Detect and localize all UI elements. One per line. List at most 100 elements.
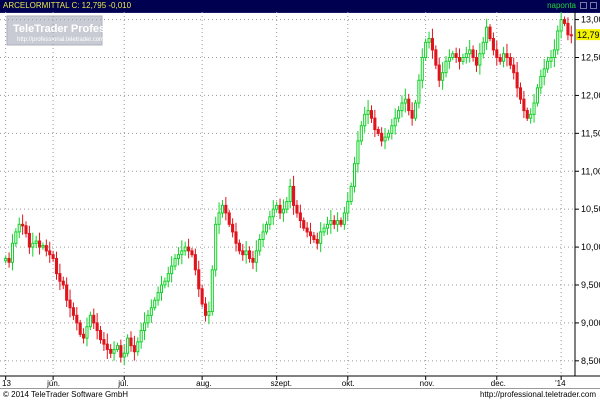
candle-body-up: [261, 231, 265, 241]
candle-body-up: [352, 163, 357, 187]
candle-body-down: [109, 348, 113, 354]
candle-body-down: [407, 98, 411, 112]
candle: [54, 251, 59, 280]
candle: [295, 200, 299, 218]
candle-body-up: [4, 257, 8, 262]
watermark-url: http://professional.teletrader.com: [17, 37, 104, 43]
candle-body-up: [34, 240, 38, 244]
candle: [153, 297, 157, 311]
candle-body-up: [447, 57, 451, 62]
candle: [356, 131, 360, 173]
candle: [159, 275, 164, 301]
candle-body-up: [244, 250, 248, 256]
candle-body-up: [393, 117, 397, 127]
copyright-text: © 2014 TeleTrader Software GmbH: [3, 390, 129, 399]
candle: [420, 48, 424, 89]
candle: [485, 18, 489, 50]
candle: [156, 286, 160, 306]
candle: [281, 199, 285, 222]
candle: [217, 202, 221, 234]
candle-body-up: [359, 125, 363, 142]
close-box-icon[interactable]: [590, 2, 597, 9]
candle-body-up: [346, 201, 350, 214]
candle: [390, 118, 394, 140]
candle: [193, 248, 197, 276]
candle: [549, 49, 553, 69]
minimize-box-icon[interactable]: [580, 2, 587, 9]
candle-body-down: [562, 19, 567, 24]
candle: [437, 57, 441, 88]
candle: [220, 200, 225, 218]
candle: [237, 239, 241, 255]
candle-body-up: [400, 102, 404, 112]
candle-body-up: [417, 79, 421, 104]
candle: [454, 47, 458, 63]
candle: [115, 342, 120, 353]
candle-body-up: [10, 242, 15, 263]
candle: [434, 45, 438, 70]
candle-body-up: [366, 110, 370, 115]
candle-body-up: [383, 136, 387, 142]
candle: [112, 341, 116, 361]
candle: [176, 247, 180, 266]
x-tick-label: szept.: [271, 379, 292, 388]
candle-body-up: [424, 41, 428, 59]
candle-body-down: [305, 227, 309, 233]
candle: [224, 197, 228, 221]
candle-body-down: [457, 57, 462, 62]
candle: [231, 218, 235, 238]
candle: [10, 234, 15, 271]
candle: [51, 250, 55, 262]
candle-body-down: [65, 284, 69, 301]
candle-body-down: [231, 223, 235, 233]
candle: [248, 246, 252, 263]
candle-body-up: [363, 113, 367, 127]
y-tick-label: 10,000: [581, 242, 600, 252]
y-tick-label: 8,500: [581, 356, 600, 366]
candle: [105, 333, 109, 360]
footer-url[interactable]: http://professional.teletrader.com: [480, 390, 596, 399]
candle: [21, 214, 25, 235]
candle-body-up: [85, 326, 89, 339]
candle-body-down: [522, 98, 526, 112]
candle-body-up: [532, 102, 536, 115]
candle-body-down: [187, 246, 191, 252]
candle: [92, 308, 96, 330]
candle: [447, 49, 451, 69]
candle-body-down: [369, 110, 374, 119]
candle: [75, 306, 79, 331]
candle: [488, 24, 492, 42]
y-tick-label: 9,000: [581, 318, 600, 328]
candle: [430, 28, 434, 59]
candle-body-down: [78, 322, 82, 335]
candle: [325, 216, 329, 235]
candle: [48, 241, 52, 263]
candle: [200, 285, 204, 308]
x-axis-ticks: 13 jún. júl. aug. szept. okt. nov. dec. '14: [2, 376, 566, 388]
candle: [241, 244, 245, 261]
candle-body-up: [115, 345, 120, 350]
footer: © 2014 TeleTrader Software GmbH http://p…: [0, 388, 600, 401]
candle: [285, 197, 289, 214]
candle: [34, 235, 38, 249]
candle: [569, 25, 573, 44]
candle-body-down: [498, 57, 502, 62]
candle-body-up: [136, 341, 140, 353]
candle-body-down: [454, 53, 458, 58]
candle-body-up: [529, 113, 533, 119]
candle: [68, 289, 72, 318]
candle: [457, 48, 462, 70]
candle: [31, 232, 35, 257]
candle: [403, 88, 407, 113]
candle-body-down: [82, 333, 86, 339]
candle-body-up: [258, 239, 262, 252]
candle: [210, 265, 214, 316]
x-tick-label: nov.: [420, 379, 435, 388]
candle-body-down: [129, 337, 133, 347]
candle: [319, 222, 323, 253]
candle: [312, 231, 316, 243]
candle: [214, 216, 218, 277]
candle-body-down: [27, 232, 31, 248]
candle-body-up: [502, 53, 506, 62]
candle: [424, 38, 428, 61]
